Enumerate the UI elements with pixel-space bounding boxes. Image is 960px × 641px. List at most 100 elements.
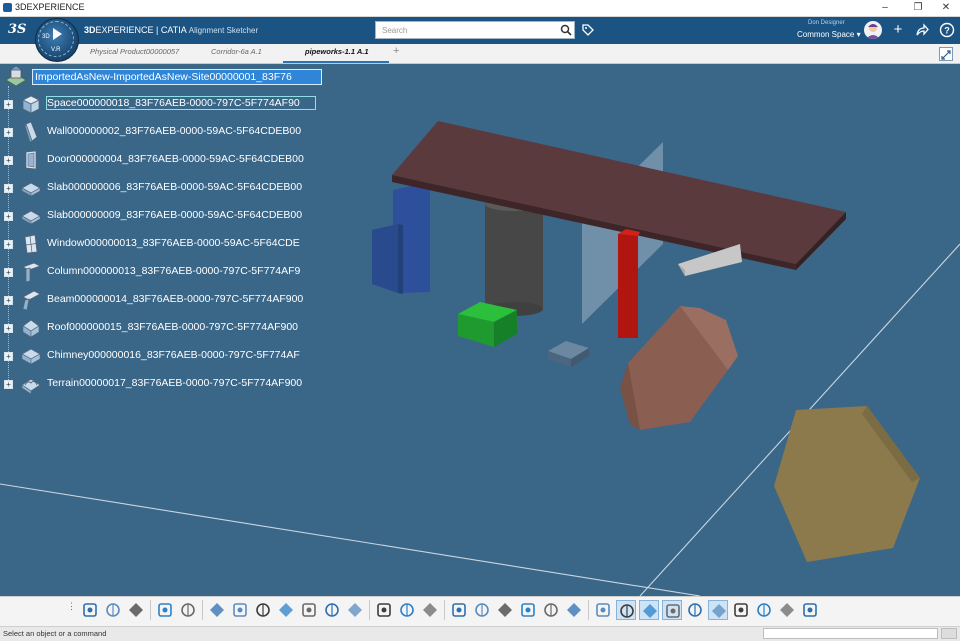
toolbar-separator [444, 600, 445, 620]
search-icon[interactable] [560, 24, 572, 36]
share-icon[interactable] [914, 22, 930, 38]
tree-item-label: Slab000000009_83F76AEB-0000-59AC-5F64CDE… [47, 209, 303, 221]
constraint-icon[interactable] [731, 600, 751, 620]
undo-icon[interactable] [155, 600, 175, 620]
tree-item-slab[interactable]: + Slab000000009_83F76AEB-0000-59AC-5F64C… [0, 204, 320, 230]
fullscreen-button[interactable] [939, 47, 953, 61]
door-icon [25, 150, 37, 170]
tree-item-column[interactable]: + Column000000013_83F76AEB-0000-797C-5F7… [0, 260, 320, 286]
expand-icon[interactable]: + [4, 128, 13, 137]
grid-icon[interactable] [616, 600, 636, 620]
layer-icon[interactable] [754, 600, 774, 620]
space-selector[interactable]: Common Space ▾ [797, 30, 861, 39]
ds-logo[interactable]: 3S [8, 22, 26, 37]
add-tab-button[interactable]: + [393, 45, 399, 57]
tree-item-label: Chimney000000016_83F76AEB-0000-797C-5F77… [47, 349, 300, 361]
view-cube-icon[interactable] [253, 600, 273, 620]
material-icon[interactable] [397, 600, 417, 620]
space-name: Common Space [797, 30, 855, 39]
compass-icon[interactable]: 3D V.R [35, 18, 79, 62]
dimension-icon[interactable] [708, 600, 728, 620]
action-bar-handle[interactable]: ⋮ [67, 601, 76, 612]
tree-item-door[interactable]: + Door000000004_83F76AEB-0000-59AC-5F64C… [0, 148, 320, 174]
compass-vr-label: V.R [51, 47, 61, 53]
brand-separator: | [153, 25, 161, 35]
command-button[interactable] [941, 628, 957, 639]
app-brand: 3DEXPERIENCE | CATIA Alignment Sketcher [84, 25, 258, 35]
capture-icon[interactable] [564, 600, 584, 620]
expand-icon[interactable]: + [4, 156, 13, 165]
avatar-face-icon [866, 24, 880, 39]
tree-item-slab[interactable]: + Slab000000006_83F76AEB-0000-59AC-5F64C… [0, 176, 320, 202]
zoom-icon[interactable] [345, 600, 365, 620]
cylinder-icon[interactable] [449, 600, 469, 620]
tag-icon[interactable] [581, 23, 595, 37]
pan-icon[interactable] [276, 600, 296, 620]
tab-pipeworks[interactable]: pipeworks-1.1 A.1 [305, 47, 369, 56]
look-at-icon[interactable] [322, 600, 342, 620]
filter-icon[interactable] [518, 600, 538, 620]
expand-icon[interactable]: + [4, 352, 13, 361]
tree-item-label: Door000000004_83F76AEB-0000-59AC-5F64CDE… [47, 153, 304, 165]
multiview-icon[interactable] [593, 600, 613, 620]
tree-item-space[interactable]: + Space000000018_83F76AEB-0000-797C-5F77… [0, 92, 320, 118]
globe-icon[interactable] [777, 600, 797, 620]
tree-item-window[interactable]: + Window000000013_83F76AEB-0000-59AC-5F6… [0, 232, 320, 258]
zoom-fit-icon[interactable] [230, 600, 250, 620]
window-icon [24, 234, 38, 254]
compass-play-icon [53, 28, 62, 40]
expand-icon[interactable]: + [4, 212, 13, 221]
column-object[interactable] [485, 197, 543, 316]
editor-tabs: Physical Product00000057 Corridor-6a A.1… [0, 44, 960, 64]
terrain-icon [21, 378, 41, 395]
tree-item-wall[interactable]: + Wall000000002_83F76AEB-0000-59AC-5F64C… [0, 120, 320, 146]
avatar[interactable] [864, 21, 882, 39]
app-icon [3, 3, 12, 12]
tree-item-label: Roof000000015_83F76AEB-0000-797C-5F774AF… [47, 321, 299, 333]
beam-object[interactable] [618, 229, 640, 338]
tab-physical-product[interactable]: Physical Product00000057 [90, 47, 179, 56]
expand-icon[interactable]: + [4, 240, 13, 249]
walk-icon[interactable] [374, 600, 394, 620]
help-icon[interactable]: ? [939, 22, 955, 38]
tree-item-chimney[interactable]: + Chimney000000016_83F76AEB-0000-797C-5F… [0, 344, 320, 370]
plus-icon[interactable]: + [890, 22, 906, 38]
align-icon[interactable] [662, 600, 682, 620]
restore-button[interactable]: ❐ [903, 0, 933, 16]
tree-item-roof[interactable]: + Roof000000015_83F76AEB-0000-797C-5F774… [0, 316, 320, 342]
expand-icon[interactable]: + [4, 184, 13, 193]
tree-root[interactable]: ImportedAsNew-ImportedAsNew-Site00000001… [4, 66, 322, 88]
expand-icon[interactable]: + [4, 296, 13, 305]
publish-icon[interactable] [207, 600, 227, 620]
snapshot-icon[interactable] [472, 600, 492, 620]
space-icon [22, 95, 40, 114]
cut-icon[interactable] [80, 600, 100, 620]
svg-text:?: ? [944, 26, 950, 36]
tab-corridor[interactable]: Corridor-6a A.1 [211, 47, 262, 56]
tools-icon[interactable] [800, 600, 820, 620]
tree-item-beam[interactable]: + Beam000000014_83F76AEB-0000-797C-5F774… [0, 288, 320, 314]
close-button[interactable]: ✕ [931, 0, 960, 16]
expand-icon[interactable]: + [4, 100, 13, 109]
brand-app: CATIA [160, 25, 187, 35]
copy-icon[interactable] [103, 600, 123, 620]
window-title: 3DEXPERIENCE [15, 2, 85, 12]
tree-item-label: Beam000000014_83F76AEB-0000-797C-5F774AF… [47, 293, 304, 305]
search-input[interactable]: Search [375, 21, 575, 39]
command-input[interactable] [763, 628, 938, 639]
expand-icon[interactable]: + [4, 324, 13, 333]
shading-icon[interactable] [420, 600, 440, 620]
brand-experience: EXPERIENCE [95, 25, 154, 35]
sketch-icon[interactable] [685, 600, 705, 620]
paste-icon[interactable] [126, 600, 146, 620]
expand-icon[interactable]: + [4, 380, 13, 389]
explode-icon[interactable] [495, 600, 515, 620]
compass-3d-label: 3D [42, 34, 50, 40]
minimize-button[interactable]: – [870, 0, 900, 16]
rotate-icon[interactable] [299, 600, 319, 620]
axis-icon[interactable] [639, 600, 659, 620]
measure-icon[interactable] [541, 600, 561, 620]
tree-item-terrain[interactable]: + Terrain00000017_83F76AEB-0000-797C-5F7… [0, 372, 320, 398]
expand-icon[interactable]: + [4, 268, 13, 277]
fly-mode-icon[interactable] [178, 600, 198, 620]
